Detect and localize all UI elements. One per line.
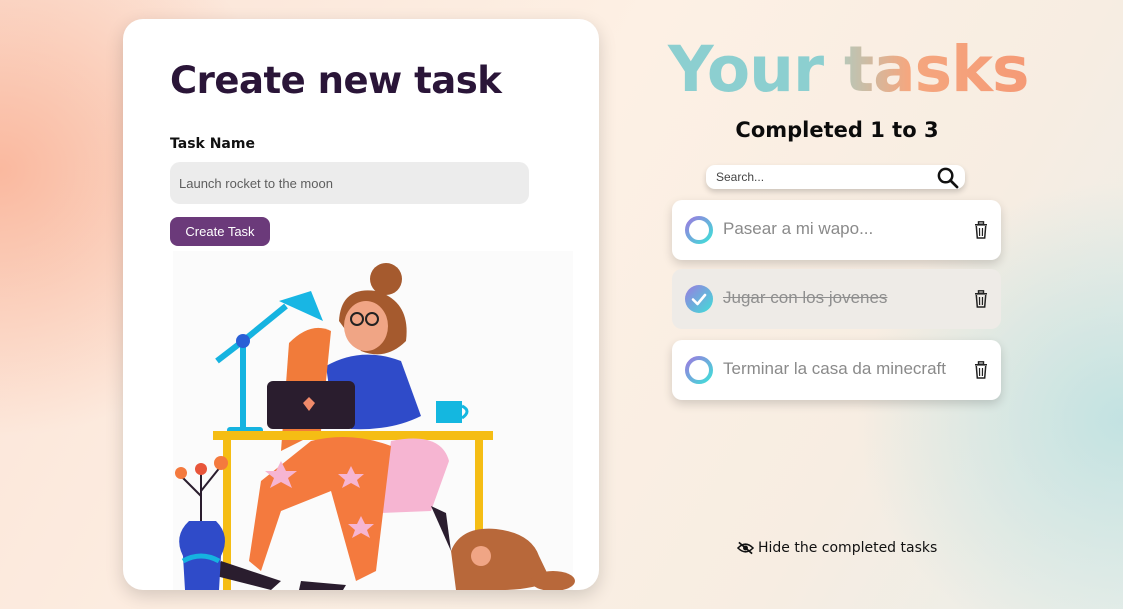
woman-at-desk-illustration bbox=[173, 251, 575, 590]
title-word-your: Your bbox=[668, 33, 824, 106]
task-item: Pasear a mi wapo... bbox=[672, 200, 1001, 260]
trash-icon[interactable] bbox=[973, 361, 989, 379]
task-text: Terminar la casa da minecraft bbox=[723, 359, 946, 378]
incomplete-circle-icon[interactable] bbox=[684, 215, 714, 245]
eye-slash-icon bbox=[737, 541, 754, 555]
hide-completed-label: Hide the completed tasks bbox=[758, 540, 938, 556]
search-icon[interactable] bbox=[936, 166, 959, 189]
task-item: Terminar la casa da minecraft bbox=[672, 340, 1001, 400]
checked-circle-icon[interactable] bbox=[684, 284, 714, 314]
page-title: Your tasks bbox=[668, 33, 1030, 106]
task-text: Jugar con los jovenes bbox=[723, 288, 888, 307]
task-item-completed: Jugar con los jovenes bbox=[672, 269, 1001, 329]
task-name-label: Task Name bbox=[170, 136, 255, 152]
task-text: Pasear a mi wapo... bbox=[723, 219, 874, 238]
search-input[interactable] bbox=[706, 165, 931, 189]
completed-counter: Completed 1 to 3 bbox=[735, 118, 939, 142]
trash-icon[interactable] bbox=[973, 221, 989, 239]
title-word-tasks: tasks bbox=[843, 33, 1030, 106]
trash-icon[interactable] bbox=[973, 290, 989, 308]
incomplete-circle-icon[interactable] bbox=[684, 355, 714, 385]
task-name-input[interactable] bbox=[170, 162, 529, 204]
create-task-button[interactable]: Create Task bbox=[170, 217, 270, 246]
create-task-title: Create new task bbox=[170, 59, 502, 102]
hide-completed-toggle[interactable]: Hide the completed tasks bbox=[737, 540, 937, 556]
search-bar bbox=[706, 165, 965, 189]
create-task-card: Create new task Task Name Create Task bbox=[123, 19, 599, 590]
